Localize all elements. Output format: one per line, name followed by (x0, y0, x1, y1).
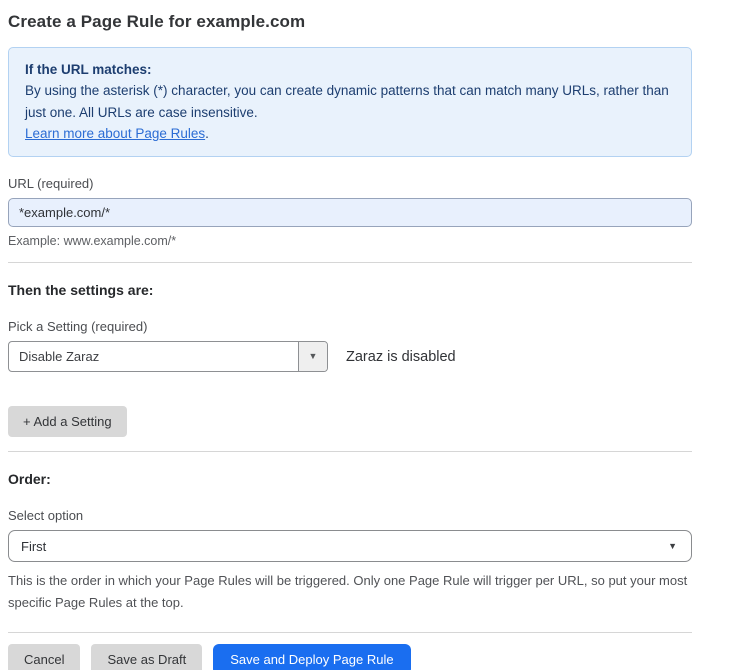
setting-select[interactable]: Disable Zaraz ▼ (8, 341, 328, 372)
page-rule-form: Create a Page Rule for example.com If th… (0, 0, 692, 670)
setting-row: Disable Zaraz ▼ Zaraz is disabled (8, 341, 692, 372)
setting-select-arrow-button[interactable]: ▼ (298, 342, 327, 371)
settings-section-heading: Then the settings are: (8, 282, 692, 298)
order-helper-text: This is the order in which your Page Rul… (8, 570, 692, 614)
cancel-button[interactable]: Cancel (8, 644, 80, 670)
link-period: . (205, 126, 209, 141)
setting-status-text: Zaraz is disabled (346, 349, 456, 365)
url-input[interactable] (8, 198, 692, 227)
url-example-helper: Example: www.example.com/* (8, 234, 692, 248)
url-field-label: URL (required) (8, 176, 692, 191)
url-match-info-box: If the URL matches: By using the asteris… (8, 47, 692, 157)
divider (8, 262, 692, 263)
save-deploy-button[interactable]: Save and Deploy Page Rule (213, 644, 410, 670)
learn-more-link[interactable]: Learn more about Page Rules (25, 126, 205, 141)
add-setting-button[interactable]: + Add a Setting (8, 406, 127, 437)
info-box-body: By using the asterisk (*) character, you… (25, 80, 675, 123)
chevron-down-icon: ▼ (309, 352, 318, 361)
order-select-label: Select option (8, 508, 692, 523)
divider (8, 632, 692, 633)
setting-select-value: Disable Zaraz (9, 342, 298, 371)
chevron-down-icon: ▼ (668, 542, 677, 551)
page-title: Create a Page Rule for example.com (8, 12, 692, 32)
divider (8, 451, 692, 452)
pick-setting-label: Pick a Setting (required) (8, 319, 692, 334)
form-actions: Cancel Save as Draft Save and Deploy Pag… (8, 644, 692, 670)
order-select[interactable]: First ▼ (8, 530, 692, 562)
save-draft-button[interactable]: Save as Draft (91, 644, 202, 670)
info-box-link-line: Learn more about Page Rules. (25, 123, 675, 144)
order-section-heading: Order: (8, 471, 692, 487)
order-select-value: First (21, 539, 46, 554)
info-box-heading: If the URL matches: (25, 59, 675, 80)
